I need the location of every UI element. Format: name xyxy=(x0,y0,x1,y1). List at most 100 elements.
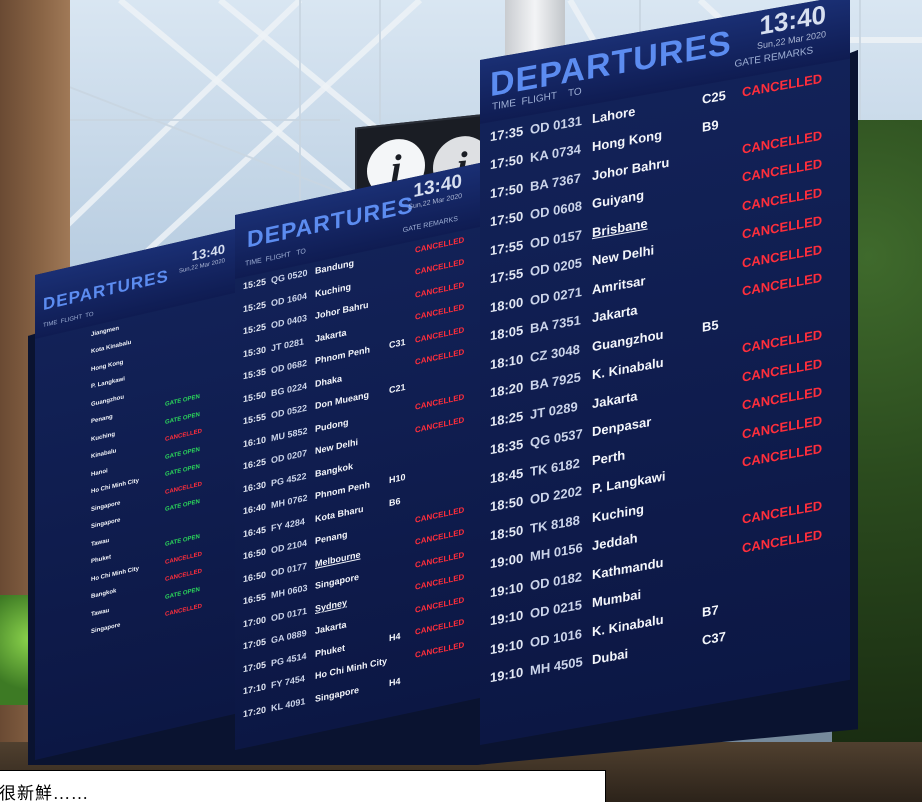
flight-gate xyxy=(149,317,165,321)
flight-time: 15:50 xyxy=(243,388,267,404)
flight-gate xyxy=(389,430,415,436)
flight-number: TK 8188 xyxy=(530,511,580,536)
flight-gate: C31 xyxy=(389,336,406,351)
flight-gate xyxy=(149,475,165,479)
flight-time: 17:50 xyxy=(490,208,524,230)
flight-gate xyxy=(702,434,742,441)
flight-gate xyxy=(389,295,415,301)
flight-gate xyxy=(702,177,742,184)
flight-number xyxy=(61,422,91,429)
flight-gate xyxy=(389,362,415,368)
flight-time xyxy=(41,551,61,556)
flight-gate xyxy=(389,610,415,616)
flight-gate: C25 xyxy=(702,87,726,107)
flight-gate xyxy=(389,520,415,526)
flight-number xyxy=(61,405,91,412)
flight-number xyxy=(61,387,91,394)
flight-remark: CANCELLED xyxy=(165,603,202,618)
flight-time: 18:35 xyxy=(490,436,524,458)
flight-number xyxy=(61,352,91,359)
flight-number: CZ 3048 xyxy=(530,340,580,365)
flight-gate xyxy=(149,387,165,391)
flight-gate xyxy=(389,565,415,571)
flight-number: MH 0762 xyxy=(271,492,308,511)
flight-remark: GATE OPEN xyxy=(165,586,200,601)
flight-time: 19:10 xyxy=(490,664,524,686)
flight-time xyxy=(41,481,61,486)
flight-gate: H10 xyxy=(389,471,406,486)
flight-number: OD 0182 xyxy=(530,568,583,593)
flight-time xyxy=(41,429,61,434)
flight-gate xyxy=(149,597,165,601)
flight-number: PG 4514 xyxy=(271,650,307,668)
flight-gate xyxy=(389,317,415,323)
flight-number xyxy=(61,370,91,377)
flight-time xyxy=(41,376,61,381)
flight-number xyxy=(61,527,91,534)
flight-gate: H4 xyxy=(389,630,401,643)
flight-gate xyxy=(149,352,165,356)
flight-gate xyxy=(702,206,742,213)
flight-time xyxy=(41,341,61,346)
flight-time: 18:05 xyxy=(490,322,524,344)
flight-time: 17:55 xyxy=(490,236,524,258)
flight-time: 18:00 xyxy=(490,293,524,315)
flight-time: 18:50 xyxy=(490,493,524,515)
flight-time: 18:50 xyxy=(490,521,524,543)
flight-remark: GATE OPEN xyxy=(165,533,200,548)
flight-number: OD 0608 xyxy=(530,198,583,223)
flight-gate xyxy=(702,548,742,555)
flight-time xyxy=(41,569,61,574)
flight-time: 16:50 xyxy=(243,568,267,584)
flight-time: 16:45 xyxy=(243,523,267,539)
flight-number: OD 2104 xyxy=(271,537,308,556)
flight-gate xyxy=(702,576,742,583)
flight-remark: GATE OPEN xyxy=(165,463,200,478)
flight-time: 17:50 xyxy=(490,179,524,201)
flight-gate: B9 xyxy=(702,116,719,135)
flight-gate xyxy=(149,370,165,374)
flight-number xyxy=(61,562,91,569)
flight-number: GA 0889 xyxy=(271,627,307,646)
caption-text: 很新鮮…… xyxy=(0,770,606,802)
flight-gate: C37 xyxy=(702,628,726,648)
flight-gate xyxy=(389,250,415,256)
flight-time xyxy=(41,464,61,469)
right-departures-board: DEPARTURES 13:40 Sun,22 Mar 2020 TIME FL… xyxy=(480,0,850,745)
flight-gate xyxy=(702,377,742,384)
flight-number: BA 7367 xyxy=(530,169,581,194)
flight-time: 16:30 xyxy=(243,478,267,494)
flight-gate xyxy=(149,510,165,514)
flight-number xyxy=(61,615,91,622)
flight-number: KL 4091 xyxy=(271,695,306,713)
flight-time: 19:10 xyxy=(490,635,524,657)
flight-number: FY 7454 xyxy=(271,673,305,691)
flight-number: OD 1604 xyxy=(271,290,308,308)
flight-gate xyxy=(149,440,165,444)
flight-time: 18:45 xyxy=(490,464,524,486)
flight-number: OD 0205 xyxy=(530,255,583,280)
flight-number xyxy=(61,597,91,604)
flight-number: BA 7925 xyxy=(530,369,581,394)
flight-time xyxy=(41,586,61,591)
flight-time: 19:00 xyxy=(490,550,524,572)
flight-time xyxy=(41,411,61,416)
flight-remark: GATE OPEN xyxy=(165,411,200,426)
flight-number xyxy=(61,335,91,342)
flight-gate xyxy=(702,491,742,498)
flight-gate xyxy=(702,405,742,412)
flight-gate xyxy=(149,422,165,426)
flight-number: MH 0603 xyxy=(271,582,308,601)
flight-gate xyxy=(389,655,415,661)
flight-number: JT 0281 xyxy=(271,335,305,353)
flight-gate xyxy=(389,272,415,278)
flight-time xyxy=(41,604,61,609)
left-departures-board: DEPARTURES 13:40 Sun,22 Mar 2020 TIME FL… xyxy=(35,228,235,760)
flight-time: 17:35 xyxy=(490,122,524,144)
flight-time xyxy=(41,394,61,399)
flight-time xyxy=(41,359,61,364)
flight-number: PG 4522 xyxy=(271,470,307,488)
flight-gate xyxy=(149,457,165,461)
flight-gate: H4 xyxy=(389,675,401,688)
flight-time: 15:25 xyxy=(243,298,267,314)
